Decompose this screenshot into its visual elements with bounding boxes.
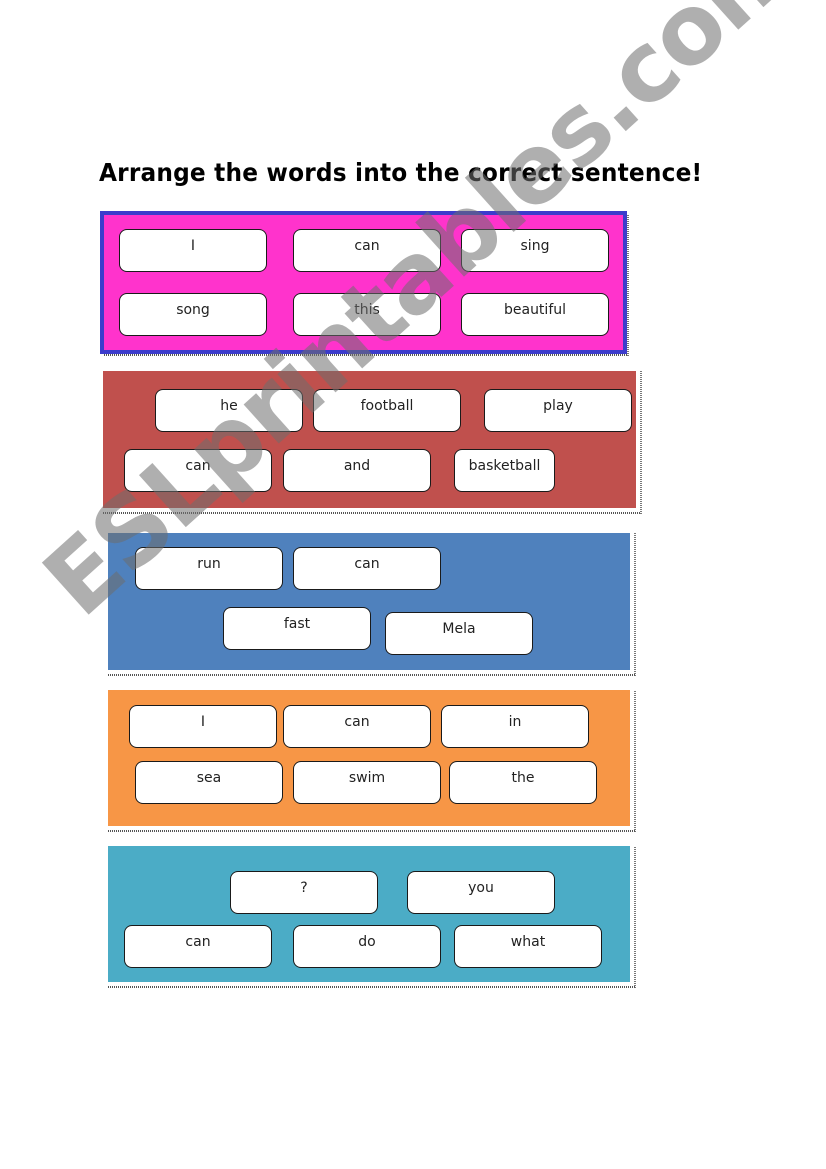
word-card[interactable]: can bbox=[124, 925, 272, 968]
word-card[interactable]: fast bbox=[223, 607, 371, 650]
word-card[interactable]: you bbox=[407, 871, 555, 914]
word-card[interactable]: Mela bbox=[385, 612, 533, 655]
word-card[interactable]: he bbox=[155, 389, 303, 432]
word-card[interactable]: play bbox=[484, 389, 632, 432]
word-card[interactable]: beautiful bbox=[461, 293, 609, 336]
word-card[interactable]: can bbox=[124, 449, 272, 492]
word-card[interactable]: can bbox=[293, 229, 441, 272]
word-card[interactable]: this bbox=[293, 293, 441, 336]
word-card[interactable]: sea bbox=[135, 761, 283, 804]
word-card[interactable]: song bbox=[119, 293, 267, 336]
word-card[interactable]: football bbox=[313, 389, 461, 432]
word-card[interactable]: sing bbox=[461, 229, 609, 272]
word-card[interactable]: basketball bbox=[454, 449, 555, 492]
word-card[interactable]: I bbox=[119, 229, 267, 272]
word-card[interactable]: ? bbox=[230, 871, 378, 914]
word-card[interactable]: run bbox=[135, 547, 283, 590]
word-card[interactable]: do bbox=[293, 925, 441, 968]
word-card[interactable]: can bbox=[293, 547, 441, 590]
word-card[interactable]: swim bbox=[293, 761, 441, 804]
word-card[interactable]: the bbox=[449, 761, 597, 804]
word-card[interactable]: I bbox=[129, 705, 277, 748]
word-card[interactable]: what bbox=[454, 925, 602, 968]
word-card[interactable]: can bbox=[283, 705, 431, 748]
worksheet-title: Arrange the words into the correct sente… bbox=[99, 158, 703, 187]
word-card[interactable]: and bbox=[283, 449, 431, 492]
word-card[interactable]: in bbox=[441, 705, 589, 748]
